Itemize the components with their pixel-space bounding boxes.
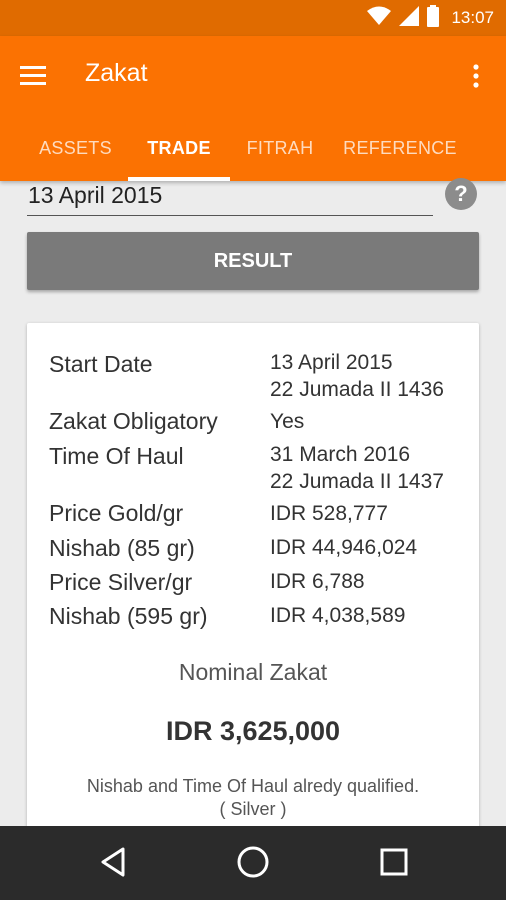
qualification-note: Nishab and Time Of Haul alredy qualified…: [27, 775, 479, 821]
tab-reference[interactable]: REFERENCE: [330, 120, 470, 181]
time-of-haul-value: 31 March 2016 22 Jumada II 1437: [270, 441, 444, 495]
status-bar: 13:07: [0, 0, 506, 36]
status-icons: 13:07: [367, 4, 494, 32]
time-of-haul-label: Time Of Haul: [49, 443, 184, 469]
qualification-note-line2: ( Silver ): [219, 799, 287, 819]
home-circle-icon[interactable]: [233, 842, 273, 882]
nishab-silver-value: IDR 4,038,589: [270, 604, 406, 627]
start-date-value: 13 April 2015 22 Jumada II 1436: [270, 349, 444, 403]
recents-square-icon[interactable]: [374, 842, 414, 882]
hamburger-menu-icon[interactable]: [20, 58, 60, 94]
result-button[interactable]: RESULT: [27, 232, 479, 290]
wifi-icon: [367, 6, 392, 31]
app-bar: Zakat ASSETS TRADE FITRAH REFERENCE: [0, 36, 506, 181]
result-card: Start Date 13 April 2015 22 Jumada II 14…: [27, 323, 479, 843]
tab-fitrah[interactable]: FITRAH: [230, 120, 330, 181]
price-gold-value: IDR 528,777: [270, 502, 388, 525]
tab-indicator: [128, 177, 230, 181]
zakat-obligatory-label: Zakat Obligatory: [49, 408, 218, 434]
qualification-note-line1: Nishab and Time Of Haul alredy qualified…: [86, 776, 420, 796]
navigation-bar: [0, 826, 506, 900]
back-triangle-icon[interactable]: [93, 842, 133, 882]
date-field[interactable]: 13 April 2015: [27, 182, 433, 216]
zakat-obligatory-value: Yes: [270, 410, 305, 433]
more-vert-icon[interactable]: [464, 58, 488, 94]
app-title: Zakat: [85, 59, 148, 87]
status-time: 13:07: [451, 8, 494, 27]
help-icon[interactable]: ?: [445, 178, 477, 210]
start-date-label: Start Date: [49, 351, 153, 377]
nishab-gold-label: Nishab (85 gr): [49, 535, 195, 561]
battery-icon: [427, 4, 440, 32]
price-silver-label: Price Silver/gr: [49, 569, 193, 595]
nishab-gold-value: IDR 44,946,024: [270, 536, 418, 559]
time-of-haul-gregorian: 31 March 2016: [270, 443, 411, 466]
date-value[interactable]: 13 April 2015: [28, 182, 162, 209]
start-date-hijri: 22 Jumada II 1436: [270, 378, 444, 401]
tab-assets[interactable]: ASSETS: [22, 120, 129, 181]
tab-bar: ASSETS TRADE FITRAH REFERENCE: [0, 120, 506, 181]
nishab-silver-label: Nishab (595 gr): [49, 603, 208, 629]
tab-trade[interactable]: TRADE: [128, 120, 230, 181]
price-gold-label: Price Gold/gr: [49, 500, 184, 526]
price-silver-value: IDR 6,788: [270, 570, 365, 593]
nominal-zakat-value: IDR 3,625,000: [165, 716, 341, 746]
time-of-haul-hijri: 22 Jumada II 1437: [270, 470, 444, 493]
nominal-zakat-title: Nominal Zakat: [178, 659, 328, 685]
start-date-gregorian: 13 April 2015: [270, 351, 393, 374]
signal-icon: [399, 5, 420, 31]
